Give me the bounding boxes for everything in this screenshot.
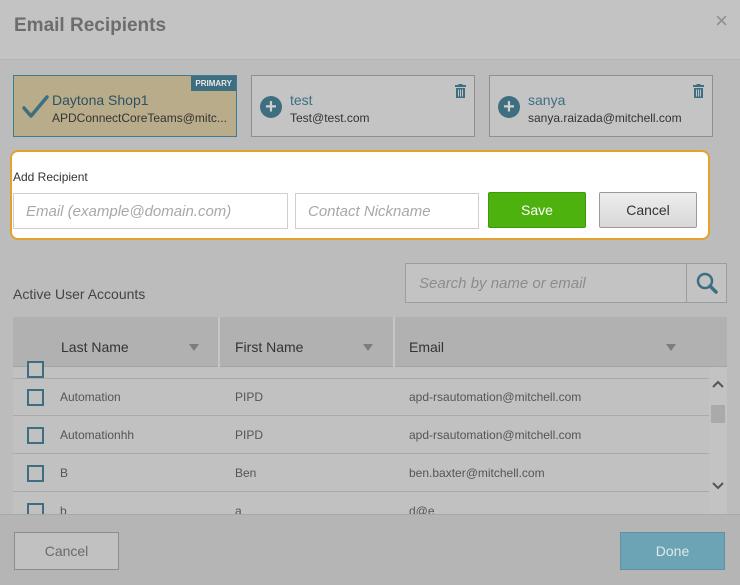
column-divider — [218, 317, 220, 367]
cell-first-name: Ben — [235, 466, 257, 480]
row-checkbox[interactable] — [27, 427, 44, 444]
row-checkbox[interactable] — [27, 361, 44, 378]
cell-email: apd-rsautomation@mitchell.com — [409, 390, 582, 404]
close-icon[interactable]: × — [715, 8, 728, 34]
scroll-thumb[interactable] — [711, 405, 725, 423]
cell-last-name: Automation — [60, 390, 121, 404]
table-row[interactable]: Automation PIPD apd-rsautomation@mitchel… — [13, 378, 709, 416]
trash-icon[interactable] — [693, 84, 704, 98]
table-scrollbar[interactable] — [709, 367, 727, 515]
dialog-footer: Cancel Done — [0, 514, 740, 585]
chevron-down-icon[interactable] — [711, 481, 725, 491]
table-header: Last Name First Name Email — [13, 317, 727, 367]
add-recipient-label: Add Recipient — [13, 170, 88, 184]
trash-icon[interactable] — [455, 84, 466, 98]
active-user-accounts-title: Active User Accounts — [13, 286, 146, 302]
accounts-table: Last Name First Name Email Automation PI… — [13, 317, 727, 515]
add-recipient-panel: Add Recipient Save Cancel — [10, 150, 710, 240]
sort-caret-icon[interactable] — [363, 344, 373, 351]
dialog-header: Email Recipients × — [0, 0, 740, 60]
save-button[interactable]: Save — [488, 192, 586, 228]
nickname-input[interactable] — [295, 193, 479, 229]
row-checkbox[interactable] — [27, 389, 44, 406]
table-row[interactable]: Automationhh PIPD apd-rsautomation@mitch… — [13, 416, 709, 454]
cell-email: ben.baxter@mitchell.com — [409, 466, 545, 480]
email-recipients-dialog: Email Recipients × PRIMARY Daytona Shop1… — [0, 0, 740, 585]
primary-badge: PRIMARY — [191, 76, 236, 91]
column-first-name[interactable]: First Name — [235, 317, 303, 367]
recipient-card-primary[interactable]: PRIMARY Daytona Shop1 APDConnectCoreTeam… — [13, 75, 237, 137]
checkmark-icon — [22, 95, 49, 118]
column-email[interactable]: Email — [409, 317, 444, 367]
column-divider — [393, 317, 395, 367]
cell-last-name: B — [60, 466, 69, 480]
add-circle-icon[interactable]: + — [498, 96, 520, 118]
done-button[interactable]: Done — [620, 532, 725, 570]
chevron-up-icon[interactable] — [711, 379, 725, 389]
recipient-name: test — [290, 92, 313, 108]
table-row[interactable]: B Ben ben.baxter@mitchell.com — [13, 454, 709, 492]
sort-caret-icon[interactable] — [189, 344, 199, 351]
search-input[interactable] — [406, 264, 687, 302]
search-icon — [696, 272, 718, 294]
search-box — [405, 263, 727, 303]
cell-last-name: Automationhh — [60, 428, 135, 442]
recipient-card-sanya[interactable]: + sanya sanya.raizada@mitchell.com — [489, 75, 713, 137]
search-button[interactable] — [686, 264, 726, 302]
table-row[interactable]: b a d@e — [13, 492, 709, 515]
cancel-button[interactable]: Cancel — [14, 532, 119, 570]
cell-email: apd-rsautomation@mitchell.com — [409, 428, 582, 442]
recipient-email: Test@test.com — [290, 111, 370, 125]
cell-first-name: PIPD — [235, 390, 264, 404]
cancel-add-button[interactable]: Cancel — [599, 192, 697, 228]
recipient-name: Daytona Shop1 — [52, 92, 149, 108]
recipient-card-test[interactable]: + test Test@test.com — [251, 75, 475, 137]
recipient-email: sanya.raizada@mitchell.com — [528, 111, 682, 125]
recipient-name: sanya — [528, 92, 566, 108]
email-input[interactable] — [13, 193, 288, 229]
cell-first-name: PIPD — [235, 428, 264, 442]
column-last-name[interactable]: Last Name — [61, 317, 129, 367]
add-circle-icon[interactable]: + — [260, 96, 282, 118]
recipient-email: APDConnectCoreTeams@mitc... — [52, 111, 227, 125]
sort-caret-icon[interactable] — [666, 344, 676, 351]
dialog-title: Email Recipients — [14, 15, 167, 36]
row-checkbox[interactable] — [27, 465, 44, 482]
